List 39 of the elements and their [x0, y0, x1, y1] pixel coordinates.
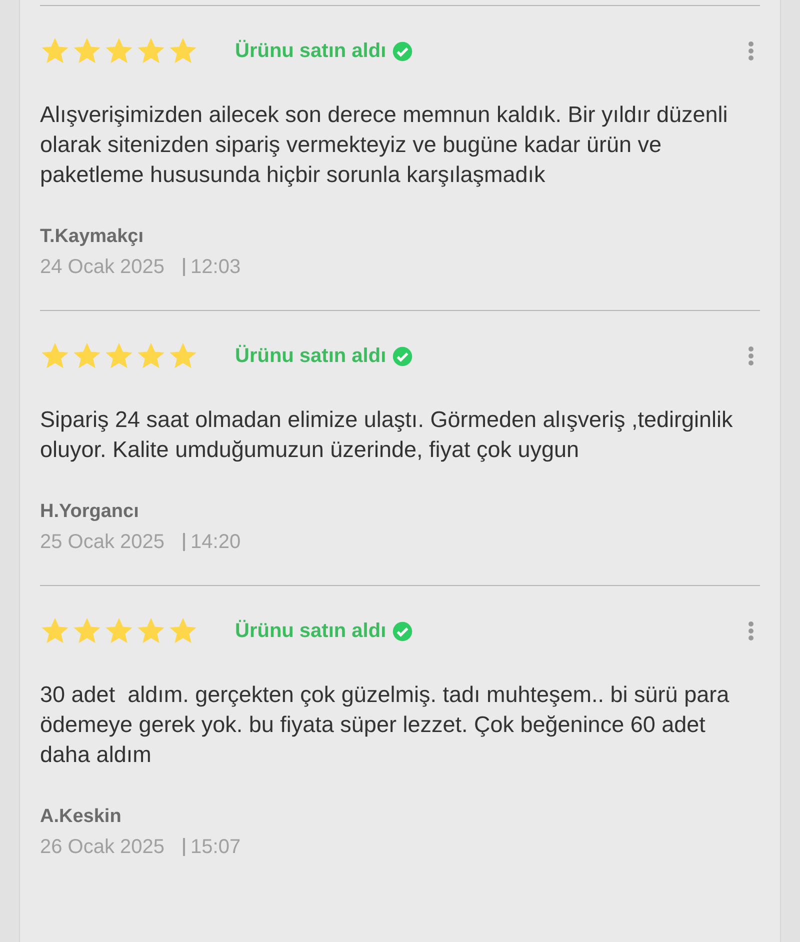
more-vertical-icon: [748, 621, 754, 641]
more-options-button[interactable]: [746, 39, 756, 63]
more-vertical-icon: [748, 41, 754, 61]
verified-label: Ürünu satın aldı: [235, 38, 386, 64]
star-icon: [104, 341, 134, 371]
star-icon: [136, 36, 166, 66]
star-icon: [72, 616, 102, 646]
author-name: H.Yorgancı: [40, 500, 140, 524]
review-date: 24 Ocak 2025: [40, 255, 165, 280]
verified-label: Ürünu satın aldı: [235, 618, 386, 644]
verified-label: Ürünu satın aldı: [235, 344, 386, 369]
review-date: 25 Ocak 2025: [40, 530, 165, 555]
author-name: T.Kaymakçı: [40, 225, 145, 249]
review-time: 14:20: [190, 530, 241, 555]
review-text: Alışverişimizden ailecek son derece memnun kaldık. Bir yıldır düzenli olarak sitenizden sipariş vermekteyiz ve bugüne kadar ürün ve paketleme hususunda hiçbir sorunla karşılaşmadık: [40, 101, 729, 189]
star-icon: [136, 616, 166, 646]
more-options-button[interactable]: [746, 344, 756, 368]
star-icon: [168, 36, 198, 66]
star-icon: [40, 341, 70, 371]
star-icon: [72, 341, 102, 371]
review-text: Sipariş 24 saat olmadan elimize ulaştı. Görmeden alışveriş ,tedirginlik oluyor. Kalite umduğumuzun üzerinde, fiyat çok uygun: [40, 406, 734, 464]
star-icon: [72, 36, 102, 66]
review-time: 12:03: [190, 255, 241, 280]
review-time: 15:07: [190, 835, 241, 860]
star-icon: [104, 36, 134, 66]
check-circle-icon: [392, 346, 414, 366]
star-icon: [136, 341, 166, 371]
check-circle-icon: [392, 40, 414, 62]
more-options-button[interactable]: [746, 619, 756, 643]
more-vertical-icon: [748, 346, 754, 366]
star-icon: [168, 341, 198, 371]
star-icon: [40, 36, 70, 66]
star-icon: [168, 616, 198, 646]
check-circle-icon: [392, 620, 414, 642]
review-text: 30 adet aldım. gerçekten çok güzelmiş. tadı muhteşem.. bi sürü para ödemeye gerek yok. bu fiyata süper lezzet. Çok beğenince 60 adet daha aldım: [40, 681, 730, 769]
author-name: A.Keskin: [40, 805, 122, 829]
star-icon: [40, 616, 70, 646]
star-icon: [104, 616, 134, 646]
review-date: 26 Ocak 2025: [40, 835, 165, 860]
